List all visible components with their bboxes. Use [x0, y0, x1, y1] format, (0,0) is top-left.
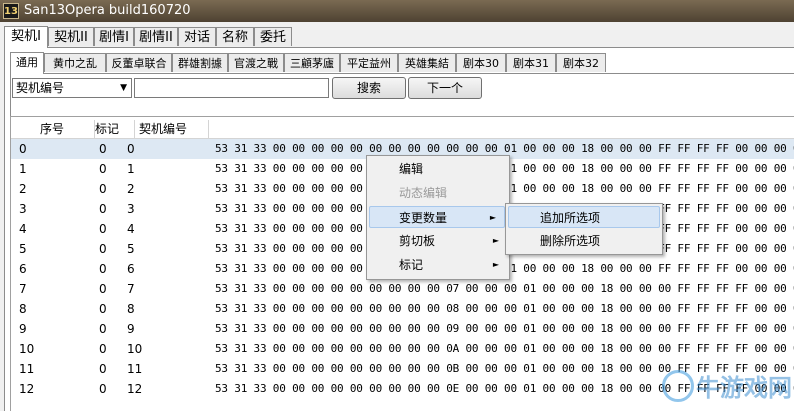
header-index[interactable]: 序号 [11, 120, 95, 138]
title-bar: 13 San13Opera build160720 [0, 0, 794, 22]
tab-scenario-31[interactable]: 剧本31 [506, 53, 556, 72]
grid-header: 序号 标记 契机编号 [11, 120, 794, 139]
tab-anti-dong-zhuo[interactable]: 反董卓联合 [106, 53, 172, 72]
watermark-text: 牛游戏网 [696, 374, 792, 402]
tab-yi-province[interactable]: 平定益州 [340, 53, 398, 72]
cell-mark: 0 [99, 182, 107, 196]
submenu-arrow-icon: ► [492, 260, 499, 269]
table-row[interactable]: 9 0 9 53 31 33 00 00 00 00 00 00 00 00 00 0… [11, 319, 794, 339]
field-select-value: 契机编号 [16, 81, 65, 95]
menu-item-edit[interactable]: 编辑 [369, 158, 507, 180]
search-button[interactable]: 搜索 [332, 77, 406, 99]
tab-yellow-turban[interactable]: 黄巾之乱 [44, 53, 106, 72]
cell-id: 1 [127, 162, 135, 176]
table-row[interactable]: 10 0 10 53 31 33 00 00 00 00 00 00 00 00 00… [11, 339, 794, 359]
cell-mark: 0 [99, 222, 107, 236]
cell-mark: 0 [99, 202, 107, 216]
cell-hex-data: 53 31 33 00 00 00 00 00 00 00 00 00 07 0… [215, 282, 794, 295]
submenu-item-add-selected[interactable]: 追加所选项 [508, 206, 660, 228]
main-tab-bar: 契机I 契机II 剧情I 剧情II 对话 名称 委托 [0, 26, 794, 48]
cell-index: 5 [19, 242, 27, 256]
cell-mark: 0 [99, 282, 107, 296]
table-row[interactable]: 8 0 8 53 31 33 00 00 00 00 00 00 00 00 00 0… [11, 299, 794, 319]
cell-id: 4 [127, 222, 135, 236]
menu-item-label: 剪切板 [399, 234, 436, 248]
app-icon: 13 [3, 3, 19, 19]
cell-id: 3 [127, 202, 135, 216]
menu-item-dynamic-edit: 动态编辑 [399, 186, 448, 200]
tab-commission[interactable]: 委托 [254, 27, 292, 46]
tab-three-visits[interactable]: 三顧茅廬 [284, 53, 340, 72]
tab-heroes[interactable]: 英雄集結 [398, 53, 456, 72]
submenu-item-remove-selected[interactable]: 删除所选项 [508, 230, 660, 252]
cell-mark: 0 [99, 242, 107, 256]
cell-mark: 0 [99, 162, 107, 176]
tab-opportunity-2[interactable]: 契机II [48, 27, 94, 46]
tab-names[interactable]: 名称 [216, 27, 254, 46]
cell-index: 4 [19, 222, 27, 236]
cell-index: 11 [19, 362, 35, 376]
cell-index: 7 [19, 282, 27, 296]
cell-mark: 0 [99, 382, 107, 396]
tab-plot-1[interactable]: 剧情I [94, 27, 134, 46]
tab-guandu[interactable]: 官渡之戰 [228, 53, 284, 72]
cell-mark: 0 [99, 302, 107, 316]
cell-id: 12 [127, 382, 143, 396]
tab-opportunity-1[interactable]: 契机I [4, 26, 48, 48]
cell-index: 2 [19, 182, 27, 196]
next-button[interactable]: 下一个 [408, 77, 482, 99]
tab-scenario-32[interactable]: 剧本32 [556, 53, 606, 72]
watermark: 牛游戏网 [660, 362, 794, 411]
cell-id: 11 [127, 362, 143, 376]
cell-id: 8 [127, 302, 135, 316]
watermark-logo-icon [662, 370, 694, 402]
cell-id: 9 [127, 322, 135, 336]
context-menu: 编辑 动态编辑 变更数量 ► 剪切板 ► 标记 ► [366, 155, 510, 280]
dropdown-arrow-icon: ▼ [120, 83, 127, 93]
cell-mark: 0 [99, 262, 107, 276]
cell-hex-data: 53 31 33 00 00 00 00 00 00 00 00 00 0A 0… [215, 342, 794, 355]
header-id[interactable]: 契机编号 [135, 120, 209, 138]
cell-id: 0 [127, 142, 135, 156]
menu-item-label: 变更数量 [399, 211, 448, 225]
tab-scenario-30[interactable]: 剧本30 [456, 53, 506, 72]
cell-index: 1 [19, 162, 27, 176]
cell-hex-data: 53 31 33 00 00 00 00 00 00 00 00 00 09 0… [215, 322, 794, 335]
tab-dialogue[interactable]: 对话 [178, 27, 216, 46]
cell-id: 2 [127, 182, 135, 196]
menu-item-mark[interactable]: 标记 ► [369, 254, 507, 276]
tab-plot-2[interactable]: 剧情II [134, 27, 178, 46]
cell-mark: 0 [99, 362, 107, 376]
cell-index: 3 [19, 202, 27, 216]
cell-id: 10 [127, 342, 143, 356]
cell-id: 5 [127, 242, 135, 256]
search-input[interactable] [134, 78, 329, 98]
cell-index: 10 [19, 342, 35, 356]
cell-hex-data: 53 31 33 00 00 00 00 00 00 00 00 00 08 0… [215, 302, 794, 315]
cell-id: 6 [127, 262, 135, 276]
cell-mark: 0 [99, 142, 107, 156]
cell-mark: 0 [99, 322, 107, 336]
cell-mark: 0 [99, 342, 107, 356]
cell-index: 8 [19, 302, 27, 316]
window-title: San13Opera build160720 [24, 3, 191, 18]
header-mark[interactable]: 标记 [95, 120, 135, 138]
submenu: 追加所选项 删除所选项 [505, 203, 663, 255]
cell-index: 6 [19, 262, 27, 276]
cell-id: 7 [127, 282, 135, 296]
submenu-arrow-icon: ► [489, 213, 496, 222]
tab-warlords[interactable]: 群雄割據 [172, 53, 228, 72]
cell-index: 0 [19, 142, 27, 156]
menu-item-clipboard[interactable]: 剪切板 ► [369, 230, 507, 252]
submenu-arrow-icon: ► [492, 236, 499, 245]
field-select[interactable]: 契机编号 ▼ [12, 78, 132, 98]
menu-item-label: 标记 [399, 258, 424, 272]
cell-index: 12 [19, 382, 35, 396]
table-row[interactable]: 7 0 7 53 31 33 00 00 00 00 00 00 00 00 00 0… [11, 279, 794, 299]
menu-item-change-count[interactable]: 变更数量 ► [369, 206, 505, 228]
tab-general[interactable]: 通用 [10, 52, 44, 74]
cell-index: 9 [19, 322, 27, 336]
